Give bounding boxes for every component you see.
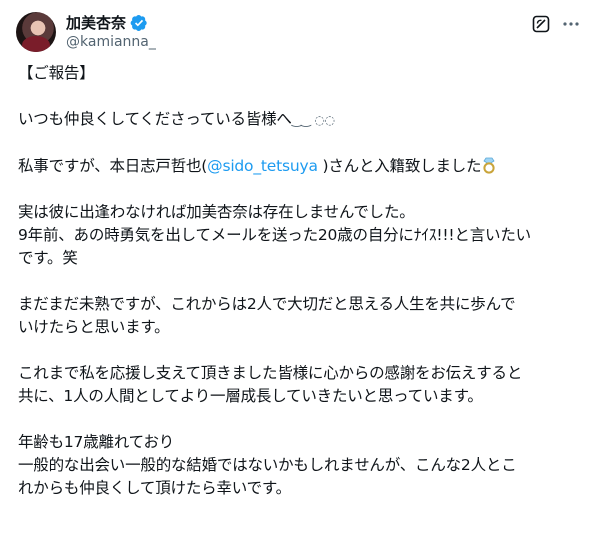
closing-line-2: 一般的な出会い一般的な結婚ではないかもしれませんが、こんな2人とこ xyxy=(18,456,517,474)
display-name[interactable]: 加美杏奈 xyxy=(66,12,126,33)
avatar[interactable] xyxy=(16,12,56,52)
more-icon[interactable] xyxy=(561,14,581,34)
tweet-header: 加美杏奈 @kamianna_ xyxy=(16,8,581,56)
thanks-line-2: 共に、1人の人間としてより一層成長していきたいと思っています。 xyxy=(18,387,483,405)
paragraph-future: まだまだ未熟ですが、これからは2人で大切だと思える人生を共に歩んで いけたらと思… xyxy=(18,293,583,339)
paragraph-greeting: いつも仲良くしてくださっている皆様へ‿‿ ◌◌ xyxy=(18,108,583,132)
name-row: 加美杏奈 xyxy=(66,12,148,33)
announcement-post: )さんと入籍致しました xyxy=(317,157,482,175)
future-line-2: いけたらと思います。 xyxy=(18,318,170,336)
user-handle[interactable]: @kamianna_ xyxy=(66,34,156,50)
mention-link[interactable]: @sido_tetsuya xyxy=(207,157,318,175)
paragraph-closing: 年齢も17歳離れており 一般的な出会い一般的な結婚ではないかもしれませんが、こん… xyxy=(18,431,583,500)
story-line-2: 9年前、あの時勇気を出してメールを送った20歳の自分にﾅｲｽ!!!と言いたい xyxy=(18,226,531,244)
paragraph-story: 実は彼に出逢わなければ加美杏奈は存在しませんでした。 9年前、あの時勇気を出して… xyxy=(18,201,583,270)
paragraph-announcement: 私事ですが、本日志戸哲也(@sido_tetsuya )さんと入籍致しました xyxy=(18,155,583,178)
greeting-text: いつも仲良くしてくださっている皆様へ xyxy=(18,110,292,128)
future-line-1: まだまだ未熟ですが、これからは2人で大切だと思える人生を共に歩んで xyxy=(18,295,516,313)
ring-emoji-icon xyxy=(481,156,497,174)
greeting-decoration: ‿‿ ◌◌ xyxy=(291,113,335,127)
paragraph-heading: 【ご報告】 xyxy=(18,64,95,82)
closing-line-1: 年齢も17歳離れており xyxy=(18,433,175,451)
story-line-3: です。笑 xyxy=(18,249,78,267)
story-line-1: 実は彼に出逢わなければ加美杏奈は存在しませんでした。 xyxy=(18,203,415,221)
header-actions xyxy=(531,14,581,34)
tweet-text: 【ご報告】 いつも仲良くしてくださっている皆様へ‿‿ ◌◌ 私事ですが、本日志戸… xyxy=(18,62,583,523)
closing-line-3: れからも仲良くして頂けたら幸いです。 xyxy=(18,479,291,497)
verified-badge-icon xyxy=(130,14,148,32)
announcement-pre: 私事ですが、本日志戸哲也( xyxy=(18,157,208,175)
grok-icon[interactable] xyxy=(531,14,551,34)
thanks-line-1: これまで私を応援し支えて頂きました皆様に心からの感謝をお伝えすると xyxy=(18,364,523,382)
paragraph-thanks: これまで私を応援し支えて頂きました皆様に心からの感謝をお伝えすると 共に、1人の… xyxy=(18,362,583,408)
